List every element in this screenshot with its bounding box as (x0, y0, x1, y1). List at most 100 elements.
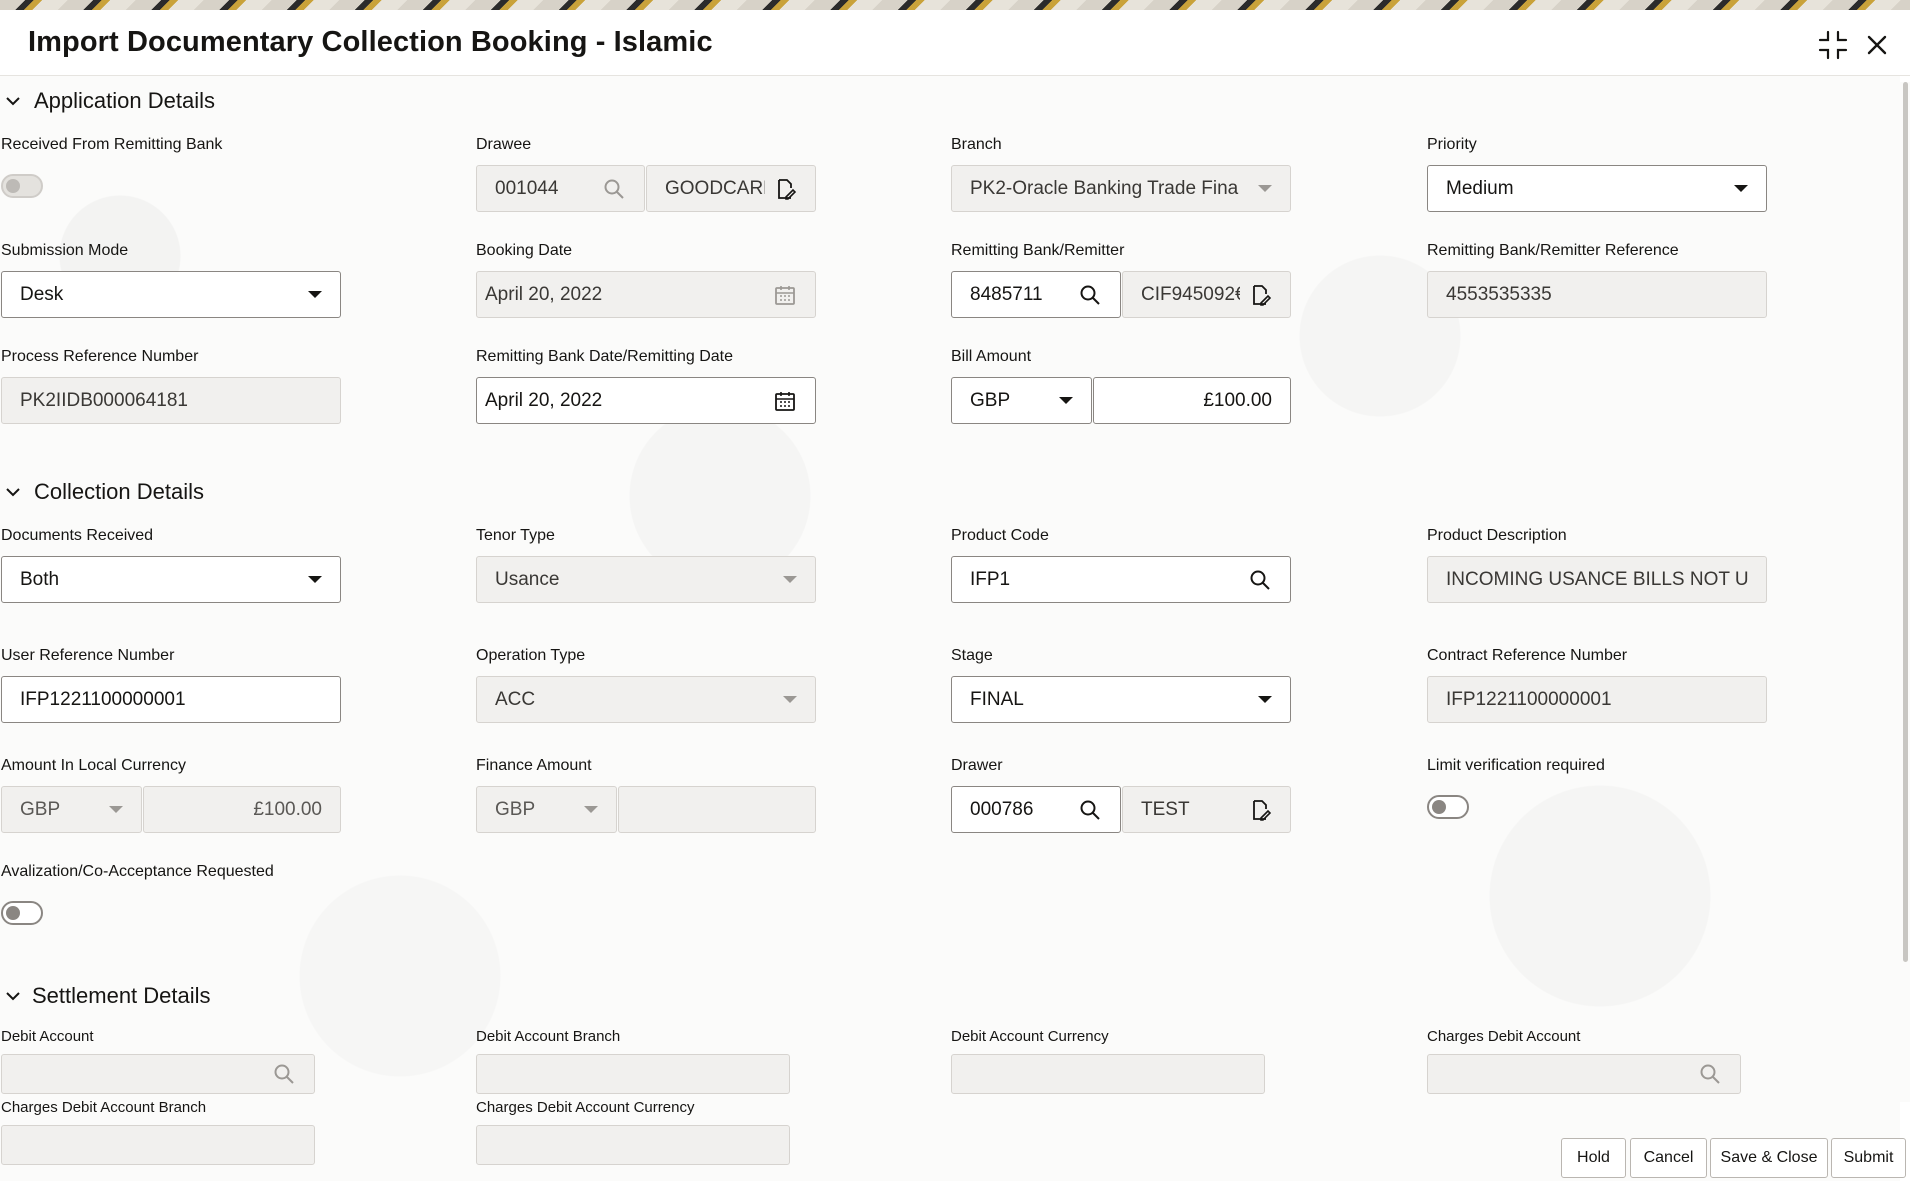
debit-account-currency-field[interactable] (951, 1054, 1265, 1094)
remitting-bank-label: Remitting Bank/Remitter (951, 242, 1125, 259)
documents-received-select[interactable]: Both (1, 556, 341, 603)
received-from-remitting-bank-label: Received From Remitting Bank (1, 136, 223, 153)
charges-debit-account-branch-label: Charges Debit Account Branch (1, 1099, 207, 1116)
contract-ref-field[interactable]: IFP1221100000001 (1427, 676, 1767, 723)
drawee-label: Drawee (476, 136, 532, 153)
documents-received-label: Documents Received (1, 527, 154, 544)
charges-debit-account-label: Charges Debit Account (1427, 1028, 1581, 1045)
chevron-down-icon (6, 992, 20, 1001)
section-application-details[interactable]: Application Details (4, 88, 215, 114)
calendar-icon[interactable] (773, 283, 797, 307)
bill-amount-label: Bill Amount (951, 348, 1032, 365)
drawee-name-field[interactable]: GOODCARE (646, 165, 816, 212)
bill-amount-field[interactable]: £100.00 (1093, 377, 1291, 424)
priority-label: Priority (1427, 136, 1477, 153)
drawer-id-field[interactable]: 000786 (951, 786, 1121, 833)
chevron-down-icon (1258, 696, 1272, 703)
dialog-header: Import Documentary Collection Booking - … (0, 10, 1910, 76)
limit-verification-label: Limit verification required (1427, 757, 1605, 774)
chevron-down-icon (109, 806, 123, 813)
avalization-label: Avalization/Co-Acceptance Requested (1, 863, 274, 880)
chevron-down-icon (1258, 185, 1272, 192)
chevron-down-icon (308, 576, 322, 583)
priority-select[interactable]: Medium (1427, 165, 1767, 212)
remitting-date-label: Remitting Bank Date/Remitting Date (476, 348, 733, 365)
page-title: Import Documentary Collection Booking - … (28, 26, 713, 58)
branch-label: Branch (951, 136, 1002, 153)
debit-account-branch-field[interactable] (476, 1054, 790, 1094)
booking-date-label: Booking Date (476, 242, 573, 259)
amount-local-currency-select[interactable]: GBP (1, 786, 142, 833)
bill-currency-select[interactable]: GBP (951, 377, 1092, 424)
limit-verification-toggle[interactable] (1427, 795, 1469, 819)
finance-amount-label: Finance Amount (476, 757, 592, 774)
edit-document-icon[interactable] (1248, 283, 1272, 307)
debit-account-field[interactable] (1, 1054, 315, 1094)
amount-local-label: Amount In Local Currency (1, 757, 186, 774)
submission-mode-label: Submission Mode (1, 242, 129, 259)
stage-select[interactable]: FINAL (951, 676, 1291, 723)
submission-mode-select[interactable]: Desk (1, 271, 341, 318)
scrollbar-thumb[interactable] (1903, 82, 1908, 962)
debit-account-branch-label: Debit Account Branch (476, 1028, 621, 1045)
branch-select[interactable]: PK2-Oracle Banking Trade Fina (951, 165, 1291, 212)
search-icon[interactable] (1248, 568, 1272, 592)
received-from-remitting-bank-toggle[interactable] (1, 174, 43, 198)
avalization-toggle[interactable] (1, 901, 43, 925)
debit-account-currency-label: Debit Account Currency (951, 1028, 1109, 1045)
debit-account-label: Debit Account (1, 1028, 94, 1045)
booking-date-field[interactable]: April 20, 2022 (476, 271, 816, 318)
chevron-down-icon (783, 576, 797, 583)
finance-currency-select[interactable]: GBP (476, 786, 617, 833)
drawer-name-field[interactable]: TEST (1122, 786, 1291, 833)
submit-button[interactable]: Submit (1831, 1138, 1906, 1178)
chevron-down-icon (1734, 185, 1748, 192)
section-collection-details[interactable]: Collection Details (4, 479, 204, 505)
amount-local-field[interactable]: £100.00 (143, 786, 341, 833)
search-icon[interactable] (1078, 283, 1102, 307)
chevron-down-icon (6, 488, 20, 497)
process-ref-field[interactable]: PK2IIDB000064181 (1, 377, 341, 424)
edit-document-icon[interactable] (1248, 798, 1272, 822)
search-icon[interactable] (1698, 1062, 1722, 1086)
cancel-button[interactable]: Cancel (1630, 1138, 1707, 1178)
product-code-field[interactable]: IFP1 (951, 556, 1291, 603)
user-ref-field[interactable]: IFP1221100000001 (1, 676, 341, 723)
charges-debit-account-field[interactable] (1427, 1054, 1741, 1094)
section-title: Collection Details (34, 479, 204, 504)
search-icon[interactable] (1078, 798, 1102, 822)
top-decorative-strip (0, 0, 1910, 10)
remitting-ref-field[interactable]: 4553535335 (1427, 271, 1767, 318)
hold-button[interactable]: Hold (1561, 1138, 1626, 1178)
finance-amount-field[interactable] (618, 786, 816, 833)
chevron-down-icon (1059, 397, 1073, 404)
remitting-ref-label: Remitting Bank/Remitter Reference (1427, 242, 1679, 259)
close-icon[interactable] (1860, 28, 1894, 62)
collapse-icon[interactable] (1816, 28, 1850, 62)
remitting-bank-id-field[interactable]: 8485711 (951, 271, 1121, 318)
calendar-icon[interactable] (773, 389, 797, 413)
charges-debit-account-currency-label: Charges Debit Account Currency (476, 1099, 695, 1116)
charges-debit-account-currency-field[interactable] (476, 1125, 790, 1165)
product-code-label: Product Code (951, 527, 1049, 544)
section-title: Application Details (34, 88, 215, 113)
remitting-bank-name-field[interactable]: CIF945092€ (1122, 271, 1291, 318)
charges-debit-account-branch-field[interactable] (1, 1125, 315, 1165)
edit-document-icon[interactable] (773, 177, 797, 201)
chevron-down-icon (308, 291, 322, 298)
remitting-date-field[interactable]: April 20, 2022 (476, 377, 816, 424)
operation-type-label: Operation Type (476, 647, 586, 664)
drawee-id-field[interactable]: 001044 (476, 165, 645, 212)
product-description-field[interactable]: INCOMING USANCE BILLS NOT UN (1427, 556, 1767, 603)
search-icon[interactable] (602, 177, 626, 201)
section-title: Settlement Details (32, 983, 211, 1008)
operation-type-select[interactable]: ACC (476, 676, 816, 723)
process-ref-label: Process Reference Number (1, 348, 199, 365)
user-ref-label: User Reference Number (1, 647, 175, 664)
tenor-type-label: Tenor Type (476, 527, 555, 544)
stage-label: Stage (951, 647, 993, 664)
tenor-type-select[interactable]: Usance (476, 556, 816, 603)
save-close-button[interactable]: Save & Close (1710, 1138, 1828, 1178)
search-icon[interactable] (272, 1062, 296, 1086)
section-settlement-details[interactable]: Settlement Details (4, 983, 211, 1009)
